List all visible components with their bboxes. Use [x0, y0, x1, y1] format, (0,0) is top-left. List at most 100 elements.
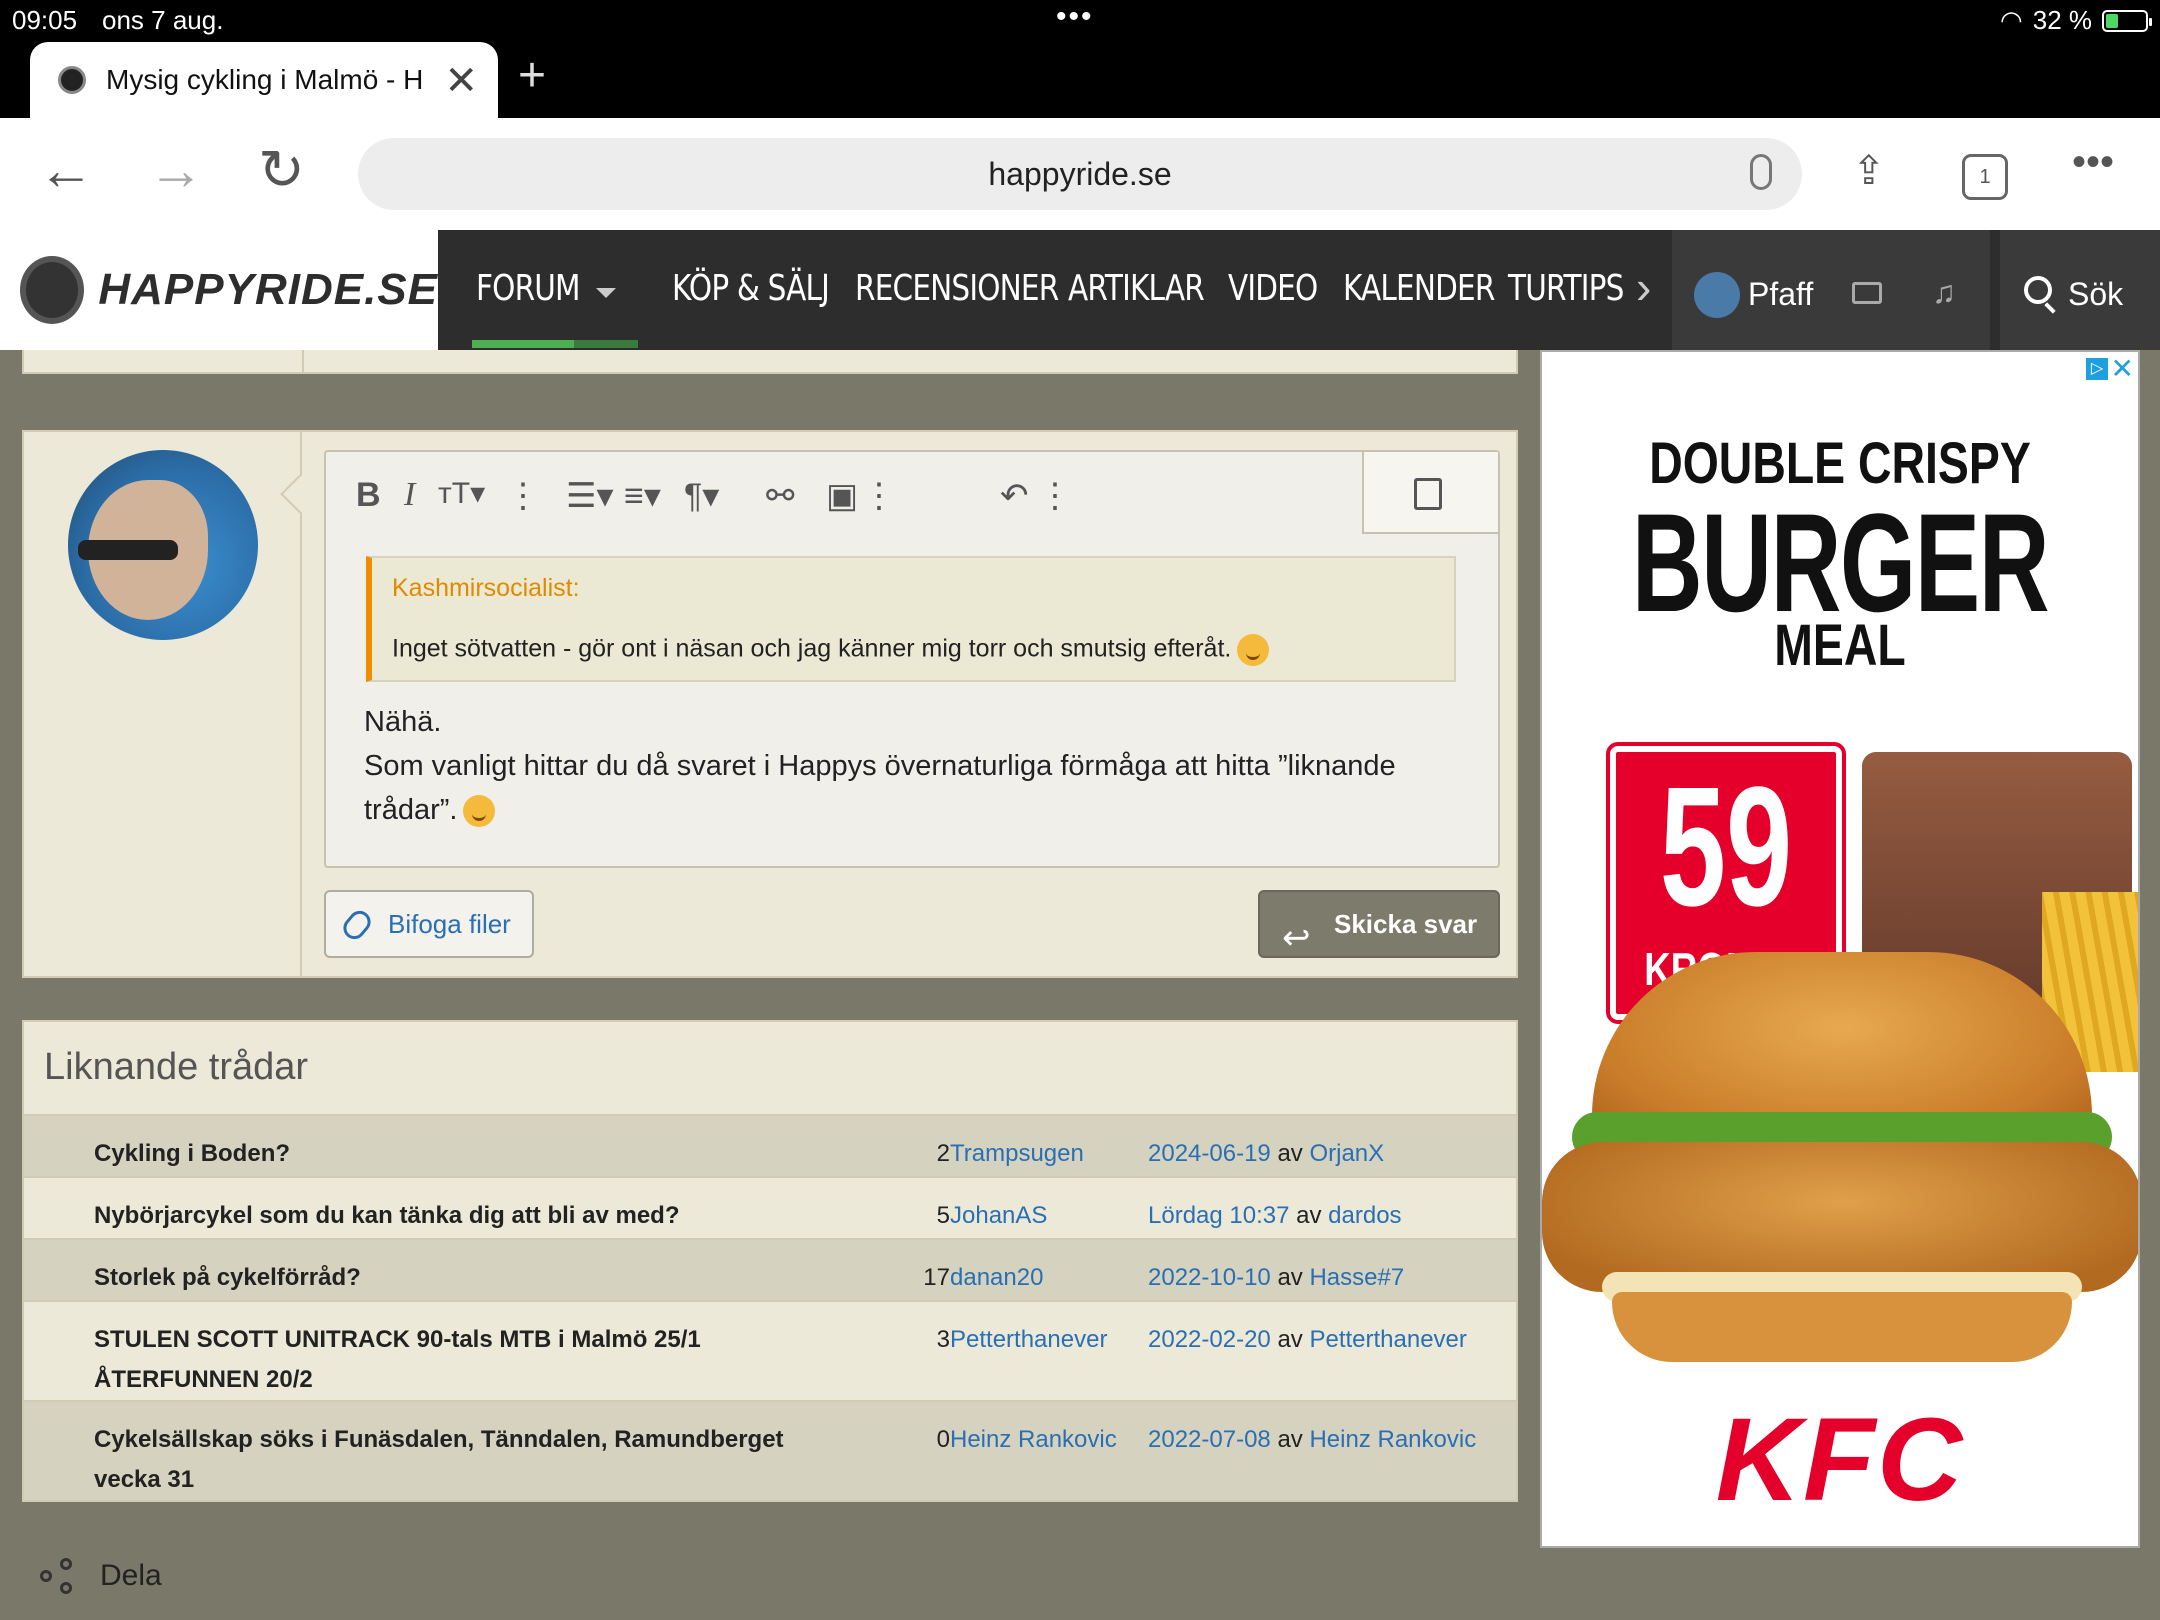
search-label: Sök [2068, 276, 2124, 312]
bell-icon[interactable]: ♫ [1932, 274, 1956, 311]
url-field[interactable]: happyride.se [358, 138, 1802, 210]
reply-count: 0 [936, 1426, 950, 1453]
share-icon[interactable]: ⇪ [1852, 148, 1886, 194]
advertisement[interactable]: ▷ ✕ DOUBLE CRISPY BURGER MEAL 59 KRONOR … [1540, 350, 2140, 1548]
reply-count: 5 [936, 1202, 950, 1229]
rich-text-editor[interactable]: B I тT▾ ⋮ ☰▾ ≡▾ ¶▾ ⚯ ▣ ⋮ ↶ ⋮ Kashmirsoci… [324, 450, 1500, 868]
site-header: HAPPYRIDE.SE FORUM KÖP & SÄLJ RECENSIONE… [0, 230, 2160, 350]
status-time: 09:05 [12, 5, 78, 35]
thread-title[interactable]: Nybörjarcykel som du kan tänka dig att b… [94, 1196, 854, 1236]
editor-toolbar: B I тT▾ ⋮ ☰▾ ≡▾ ¶▾ ⚯ ▣ ⋮ ↶ ⋮ [326, 452, 1498, 534]
burger-bun-bottom [1612, 1292, 2072, 1362]
reload-icon[interactable]: ↻ [258, 142, 305, 198]
table-row[interactable]: Storlek på cykelförråd? 17 danan20 2022-… [24, 1240, 1516, 1302]
user-avatar[interactable] [1694, 272, 1740, 318]
list-icon[interactable]: ☰▾ [566, 476, 614, 516]
insert-options-icon[interactable]: ⋮ [862, 476, 896, 516]
chevron-down-icon[interactable] [596, 288, 616, 298]
quote-author[interactable]: Kashmirsocialist: [392, 574, 580, 603]
previous-post-edge [22, 350, 1518, 374]
multitask-dots-icon[interactable]: ••• [1056, 0, 1094, 34]
thread-title[interactable]: Cykling i Boden? [94, 1134, 854, 1174]
last-post-date[interactable]: Lördag 10:37 [1148, 1202, 1289, 1229]
bold-icon[interactable]: B [356, 476, 381, 515]
reply-count: 3 [936, 1326, 950, 1353]
nav-kalender[interactable]: KALENDER [1343, 268, 1495, 309]
status-date: ons 7 aug. [102, 5, 224, 35]
search-button[interactable]: Sök [2000, 230, 2160, 350]
thread-author[interactable]: Trampsugen [950, 1134, 1150, 1174]
new-tab-icon[interactable]: + [518, 48, 546, 103]
nav-forum[interactable]: FORUM [476, 268, 581, 309]
site-logo[interactable]: HAPPYRIDE.SE [0, 230, 438, 350]
table-row[interactable]: Cykling i Boden? 2 Trampsugen 2024-06-19… [24, 1116, 1516, 1178]
quote-text-line: Inget sötvatten - gör ont i näsan och ja… [392, 634, 1270, 666]
browser-tab-bar: Mysig cykling i Malmö - H ✕ + [0, 40, 2160, 118]
last-post-user[interactable]: Heinz Rankovic [1309, 1426, 1476, 1453]
tab-count-button[interactable]: 1 [1962, 154, 2008, 200]
paragraph-icon[interactable]: ¶▾ [684, 476, 719, 516]
reply-body[interactable]: Nähä. Som vanligt hittar du då svaret i … [364, 700, 1474, 832]
italic-icon[interactable]: I [404, 476, 415, 514]
last-post-date[interactable]: 2022-02-20 [1148, 1326, 1271, 1353]
submit-reply-button[interactable]: ↩ Skicka svar [1258, 890, 1500, 958]
by-label: av [1277, 1426, 1303, 1453]
last-post-date[interactable]: 2024-06-19 [1148, 1140, 1271, 1167]
thread-author[interactable]: Petterthanever [950, 1320, 1150, 1360]
share-button[interactable]: Dela [40, 1558, 162, 1594]
user-menu[interactable]: Pfaff ♫ [1672, 230, 1990, 350]
nav-active-indicator-secondary [574, 340, 638, 348]
table-row[interactable]: Nybörjarcykel som du kan tänka dig att b… [24, 1178, 1516, 1240]
adchoices-icon[interactable]: ▷ [2086, 358, 2108, 380]
last-post-date[interactable]: 2022-10-10 [1148, 1264, 1271, 1291]
thread-author[interactable]: danan20 [950, 1258, 1150, 1298]
mail-icon[interactable] [1852, 282, 1882, 304]
close-ad-icon[interactable]: ✕ [2111, 355, 2134, 383]
image-icon[interactable]: ▣ [826, 476, 858, 516]
more-actions-icon[interactable]: ⋮ [1038, 476, 1072, 516]
undo-icon[interactable]: ↶ [1000, 476, 1029, 516]
last-post-user[interactable]: dardos [1328, 1202, 1401, 1229]
similar-threads-title: Liknande trådar [44, 1046, 309, 1088]
chevron-right-icon[interactable]: › [1636, 260, 1651, 314]
forward-icon[interactable]: → [148, 142, 204, 198]
link-icon[interactable]: ⚯ [766, 476, 795, 516]
last-post-user[interactable]: Hasse#7 [1309, 1264, 1404, 1291]
smile-emoji-icon [1237, 634, 1270, 666]
username[interactable]: Pfaff [1748, 276, 1813, 313]
reply-form: B I тT▾ ⋮ ☰▾ ≡▾ ¶▾ ⚯ ▣ ⋮ ↶ ⋮ Kashmirsoci… [22, 430, 1518, 978]
browser-tab[interactable]: Mysig cykling i Malmö - H ✕ [30, 42, 498, 118]
font-size-icon[interactable]: тT▾ [438, 476, 485, 511]
back-icon[interactable]: ← [38, 142, 94, 198]
reply-icon: ↩ [1282, 919, 1311, 957]
thread-author[interactable]: Heinz Rankovic [950, 1420, 1150, 1460]
logo-text: HAPPYRIDE.SE [98, 265, 438, 314]
nav-turtips[interactable]: TURTIPS [1508, 268, 1624, 309]
thread-author[interactable]: JohanAS [950, 1196, 1150, 1236]
nav-kop-salj[interactable]: KÖP & SÄLJ [672, 268, 830, 309]
table-row[interactable]: Cykelsällskap söks i Funäsdalen, Tänndal… [24, 1402, 1516, 1500]
microphone-icon[interactable] [1750, 154, 1772, 190]
more-icon[interactable]: ••• [2072, 140, 2114, 185]
avatar[interactable] [68, 450, 258, 640]
nav-video[interactable]: VIDEO [1228, 268, 1318, 309]
last-post-user[interactable]: Petterthanever [1309, 1326, 1466, 1353]
thread-title[interactable]: Cykelsällskap söks i Funäsdalen, Tänndal… [94, 1420, 854, 1500]
last-post-user[interactable]: OrjanX [1309, 1140, 1384, 1167]
more-options-icon[interactable]: ⋮ [506, 476, 540, 516]
tab-title: Mysig cykling i Malmö - H [106, 64, 424, 95]
attach-files-button[interactable]: Bifoga filer [324, 890, 534, 958]
nav-artiklar[interactable]: ARTIKLAR [1068, 268, 1205, 309]
last-post: 2022-02-20 av Petterthanever [1148, 1320, 1516, 1360]
nav-recensioner[interactable]: RECENSIONER [855, 268, 1059, 309]
table-row[interactable]: STULEN SCOTT UNITRACK 90-tals MTB i Malm… [24, 1302, 1516, 1402]
thread-title[interactable]: Storlek på cykelförråd? [94, 1258, 854, 1298]
quote-block: Kashmirsocialist: Inget sötvatten - gör … [366, 556, 1456, 682]
last-post-date[interactable]: 2022-07-08 [1148, 1426, 1271, 1453]
nav-active-indicator [472, 340, 574, 348]
preview-button[interactable] [1362, 452, 1498, 534]
close-tab-icon[interactable]: ✕ [444, 58, 478, 104]
align-icon[interactable]: ≡▾ [624, 476, 661, 516]
thread-title[interactable]: STULEN SCOTT UNITRACK 90-tals MTB i Malm… [94, 1320, 854, 1400]
preview-icon [1414, 478, 1442, 510]
